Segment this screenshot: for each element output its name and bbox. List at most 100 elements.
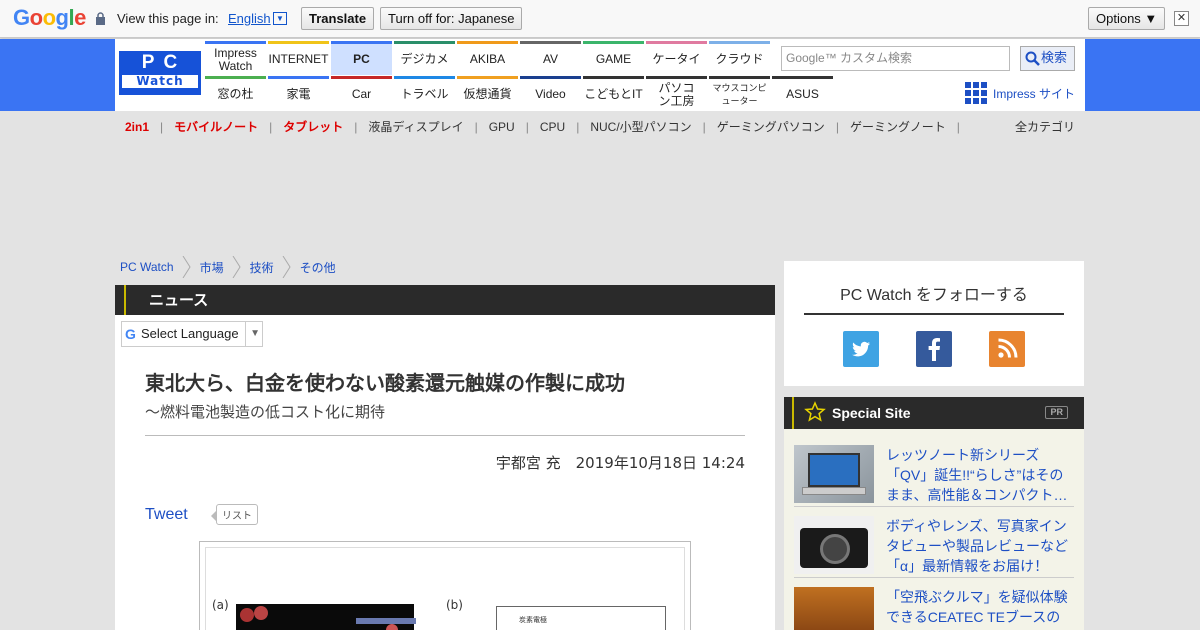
- site-header: PC Watch Impress Watch INTERNET PC デジカメ AKIB…: [0, 39, 1200, 111]
- lock-icon: [96, 12, 105, 25]
- figure-label-a: (a): [212, 598, 229, 612]
- search-button-label: 検索: [1041, 51, 1068, 66]
- category-link[interactable]: 2in1: [125, 120, 149, 134]
- nav-item[interactable]: GAME: [583, 41, 644, 75]
- article-title: 東北大ら、白金を使わない酸素還元触媒の作製に成功: [145, 371, 625, 395]
- category-link[interactable]: ゲーミングパソコン: [717, 120, 825, 134]
- laptop-thumbnail: [794, 445, 874, 503]
- impress-site-link[interactable]: Impress サイト: [965, 82, 1075, 104]
- select-language-dropdown[interactable]: G Select Language ▼: [121, 321, 263, 347]
- separator: |: [354, 120, 358, 134]
- translate-button[interactable]: Translate: [301, 7, 375, 30]
- nav-item[interactable]: 窓の杜: [205, 76, 266, 110]
- category-link[interactable]: CPU: [540, 120, 565, 134]
- close-icon[interactable]: ✕: [1174, 11, 1189, 26]
- article: ニュース G Select Language ▼ 東北大ら、白金を使わない酸素還…: [115, 285, 775, 630]
- special-site-item[interactable]: 「空飛ぶクルマ」を疑似体験できるCEATEC TEブースの: [794, 587, 1074, 630]
- nav-item[interactable]: パソコン工房: [646, 76, 707, 110]
- language-link[interactable]: English: [228, 11, 271, 26]
- separator: |: [835, 120, 839, 134]
- search-icon: [1025, 51, 1040, 66]
- follow-box: PC Watch をフォローする: [784, 261, 1084, 386]
- category-link[interactable]: モバイルノート: [174, 120, 258, 134]
- special-site-item[interactable]: ボディやレンズ、写真家インタビューや製品レビューなど「α」最新情報をお届け！: [794, 516, 1074, 578]
- chevron-down-icon: ▼: [245, 322, 260, 346]
- special-site-item[interactable]: レッツノート新シリーズ「QV」誕生!!“らしさ”はそのまま、高性能＆コンパクト…: [794, 445, 1074, 507]
- divider: [145, 435, 745, 436]
- nav-item[interactable]: INTERNET: [268, 41, 329, 75]
- chevron-down-icon[interactable]: ▼: [273, 12, 287, 25]
- search-button[interactable]: 検索: [1020, 46, 1075, 71]
- breadcrumb-link[interactable]: その他: [300, 259, 336, 276]
- facebook-icon[interactable]: [916, 331, 952, 367]
- chevron-right-icon: [182, 256, 191, 278]
- nav-item[interactable]: PC: [331, 41, 392, 75]
- special-item-text: レッツノート新シリーズ「QV」誕生!!“らしさ”はそのまま、高性能＆コンパクト…: [886, 447, 1068, 503]
- breadcrumb: PC Watch 市場 技術 その他: [120, 256, 336, 278]
- follow-title: PC Watch をフォローする: [804, 281, 1064, 315]
- special-site-box: Special Site PR レッツノート新シリーズ「QV」誕生!!“らしさ”…: [784, 397, 1084, 630]
- article-figure[interactable]: (a) (b) 炭素電極: [199, 541, 691, 630]
- nav-item[interactable]: ケータイ: [646, 41, 707, 75]
- nav-item[interactable]: クラウド: [709, 41, 770, 75]
- rss-icon[interactable]: [989, 331, 1025, 367]
- logo-pc-text: PC: [141, 52, 187, 73]
- separator: |: [525, 120, 529, 134]
- search-input[interactable]: Google™ カスタム検索: [781, 46, 1010, 71]
- nav-item[interactable]: ASUS: [772, 76, 833, 110]
- nav-item[interactable]: デジカメ: [394, 41, 455, 75]
- star-icon: [804, 401, 826, 422]
- nav-item[interactable]: 仮想通貨: [457, 76, 518, 110]
- logo-watch-text: Watch: [122, 75, 198, 88]
- nav-item[interactable]: Video: [520, 76, 581, 110]
- nav-item[interactable]: AV: [520, 41, 581, 75]
- breadcrumb-link[interactable]: PC Watch: [120, 260, 174, 274]
- nav-item[interactable]: AKIBA: [457, 41, 518, 75]
- category-link[interactable]: ゲーミングノート: [850, 120, 946, 134]
- select-language-label: Select Language: [141, 326, 239, 341]
- category-link[interactable]: GPU: [489, 120, 515, 134]
- tweet-link[interactable]: Tweet: [145, 506, 188, 524]
- category-nav: 2in1 | モバイルノート | タブレット | 液晶ディスプレイ | GPU | CPU | NUC/…: [125, 118, 971, 135]
- separator: |: [160, 120, 164, 134]
- pc-watch-logo[interactable]: PC Watch: [119, 51, 201, 95]
- camera-thumbnail: [794, 516, 874, 574]
- nav-item[interactable]: Impress Watch: [205, 41, 266, 75]
- twitter-icon[interactable]: [843, 331, 879, 367]
- special-item-text: ボディやレンズ、写真家インタビューや製品レビューなど「α」最新情報をお届け！: [886, 518, 1068, 574]
- nav-item[interactable]: マウスコンピューター: [709, 76, 770, 110]
- grid-icon: [965, 82, 987, 104]
- category-link[interactable]: タブレット: [283, 120, 343, 134]
- nav-item[interactable]: こどもとIT: [583, 76, 644, 110]
- section-header: ニュース: [115, 285, 775, 315]
- google-g-icon: G: [125, 326, 136, 342]
- article-subtitle: ～燃料電池製造の低コスト化に期待: [145, 403, 386, 421]
- figure-label-b: (b): [446, 598, 463, 612]
- separator: |: [474, 120, 478, 134]
- pr-badge: PR: [1045, 406, 1068, 419]
- category-link[interactable]: 液晶ディスプレイ: [368, 120, 463, 134]
- separator: |: [702, 120, 706, 134]
- figure-molecule-image: [236, 604, 416, 630]
- google-logo: Google: [13, 5, 86, 30]
- chevron-right-icon: [282, 256, 291, 278]
- ceatec-thumbnail: [794, 587, 874, 630]
- list-button[interactable]: リスト: [211, 504, 258, 525]
- nav-item[interactable]: Car: [331, 76, 392, 110]
- special-site-header: Special Site PR: [784, 397, 1084, 429]
- figure-plot: 炭素電極: [496, 606, 666, 630]
- nav-item[interactable]: 家電: [268, 76, 329, 110]
- turn-off-button[interactable]: Turn off for: Japanese: [380, 7, 523, 30]
- byline: 宇都宮 充 2019年10月18日 14:24: [495, 454, 745, 472]
- options-button[interactable]: Options ▼: [1088, 7, 1166, 30]
- chevron-right-icon: [232, 256, 241, 278]
- category-link[interactable]: NUC/小型パソコン: [590, 120, 691, 134]
- breadcrumb-link[interactable]: 技術: [250, 259, 274, 276]
- breadcrumb-link[interactable]: 市場: [200, 259, 224, 276]
- figure-legend: 炭素電極: [519, 616, 547, 624]
- all-categories-link[interactable]: 全カテゴリ: [1015, 118, 1075, 135]
- separator: |: [576, 120, 580, 134]
- impress-site-label: Impress サイト: [993, 86, 1076, 101]
- google-translate-bar: Google View this page in: English ▼ Tran…: [0, 0, 1200, 38]
- nav-item[interactable]: トラベル: [394, 76, 455, 110]
